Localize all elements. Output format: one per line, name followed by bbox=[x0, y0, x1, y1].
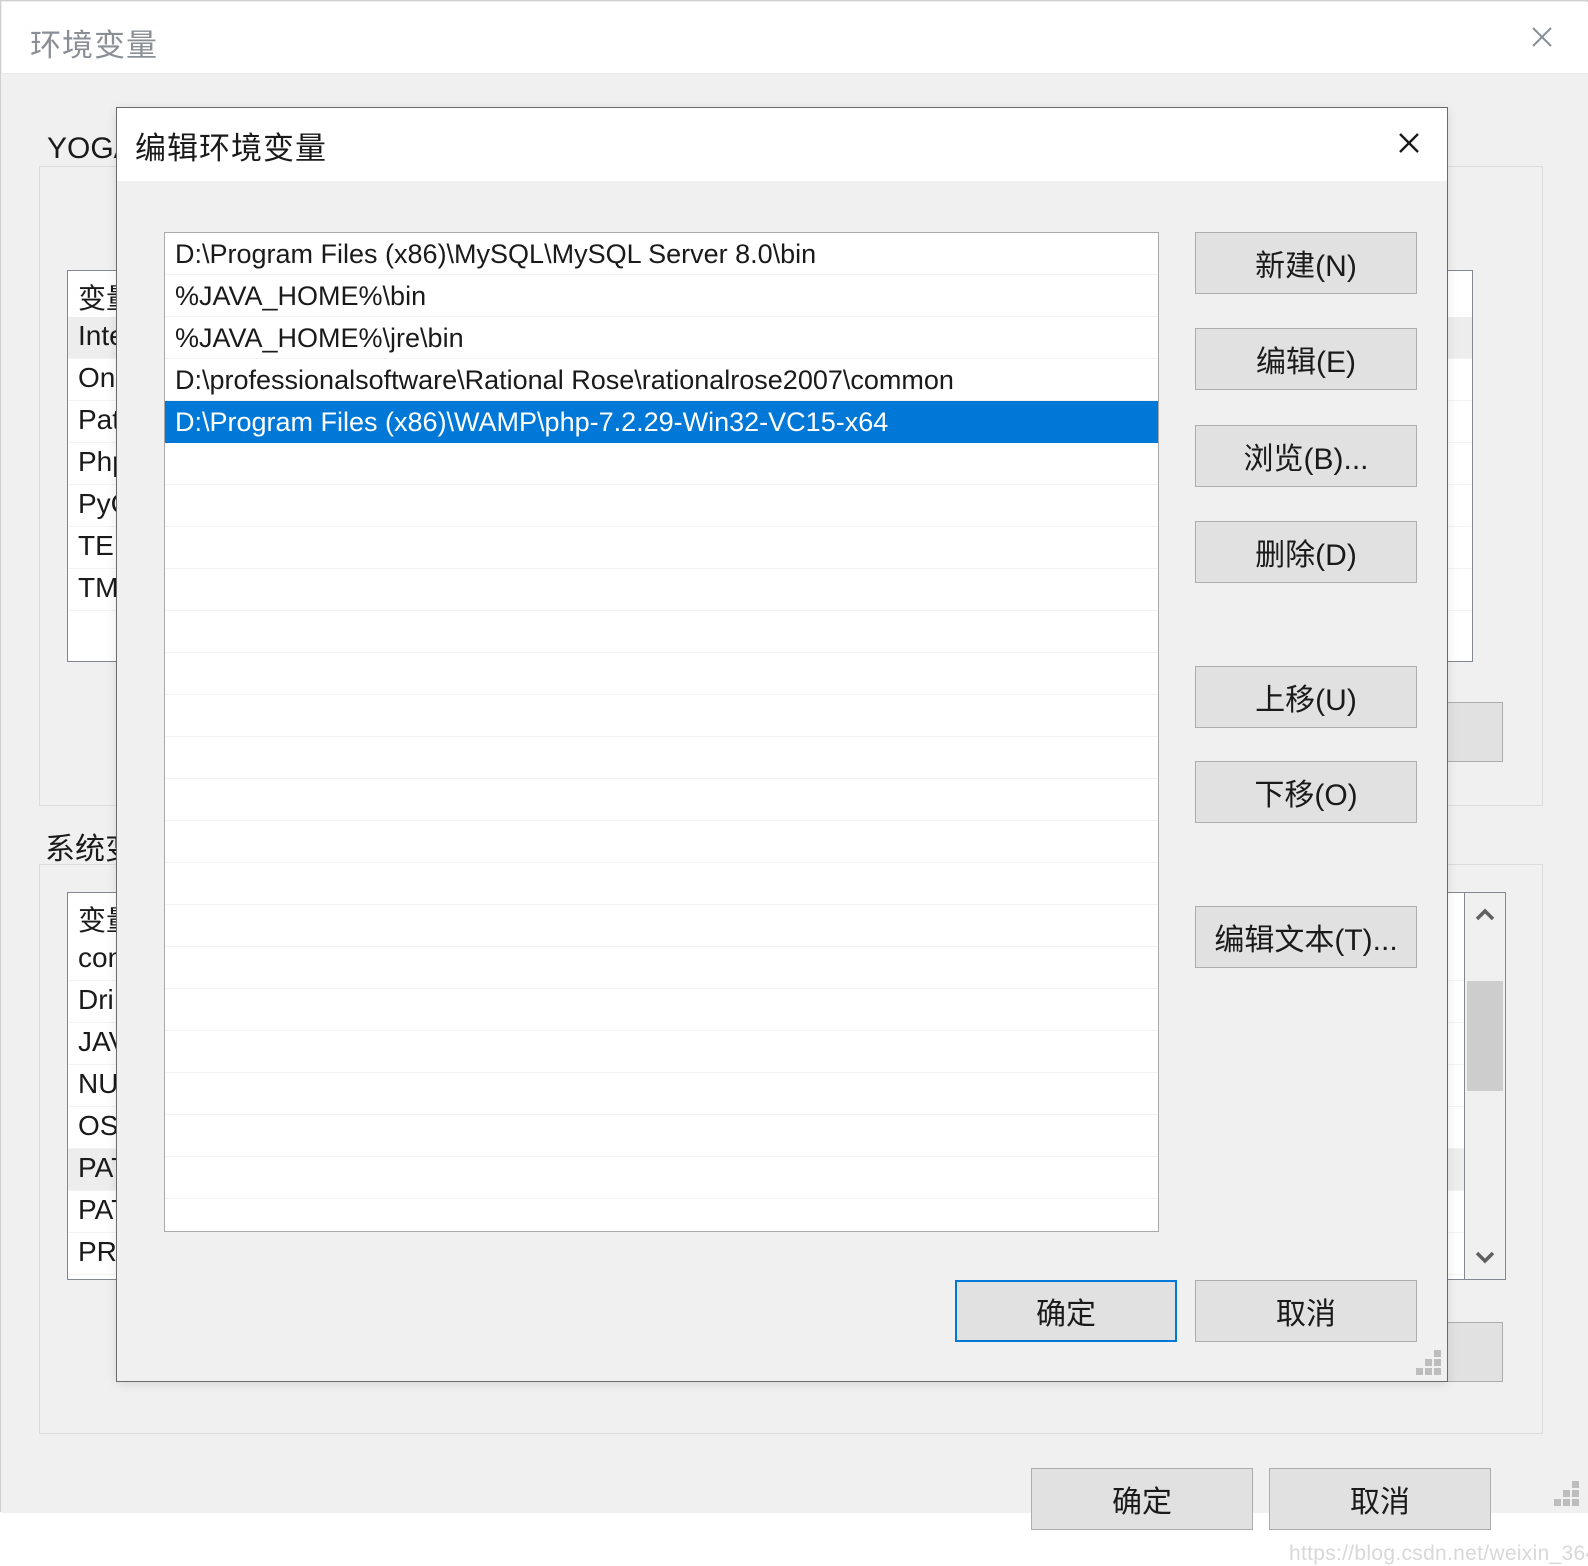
list-item-empty[interactable] bbox=[165, 905, 1158, 947]
resize-grip-icon[interactable] bbox=[1415, 1350, 1441, 1376]
path-entries-list[interactable]: D:\Program Files (x86)\MySQL\MySQL Serve… bbox=[164, 232, 1159, 1232]
list-item-empty[interactable] bbox=[165, 611, 1158, 653]
edit-text-button[interactable]: 编辑文本(T)... bbox=[1195, 906, 1417, 968]
background-ok-button[interactable]: 确定 bbox=[1031, 1468, 1253, 1530]
list-item-empty[interactable] bbox=[165, 1115, 1158, 1157]
list-item-empty[interactable] bbox=[165, 527, 1158, 569]
system-variables-scrollbar[interactable] bbox=[1464, 892, 1506, 1280]
list-item[interactable]: D:\professionalsoftware\Rational Rose\ra… bbox=[165, 359, 1158, 401]
move-down-button[interactable]: 下移(O) bbox=[1195, 761, 1417, 823]
background-window-titlebar: 环境变量 bbox=[2, 2, 1588, 74]
list-item-empty[interactable] bbox=[165, 653, 1158, 695]
browse-button[interactable]: 浏览(B)... bbox=[1195, 425, 1417, 487]
list-item[interactable]: %JAVA_HOME%\bin bbox=[165, 275, 1158, 317]
background-window-title: 环境变量 bbox=[30, 28, 158, 63]
list-item-empty[interactable] bbox=[165, 737, 1158, 779]
list-item-empty[interactable] bbox=[165, 695, 1158, 737]
edit-button[interactable]: 编辑(E) bbox=[1195, 328, 1417, 390]
watermark-text: https://blog.csdn.net/weixin_36466834 bbox=[1289, 1542, 1588, 1565]
list-item-empty[interactable] bbox=[165, 779, 1158, 821]
delete-button[interactable]: 删除(D) bbox=[1195, 521, 1417, 583]
resize-grip-icon[interactable] bbox=[1553, 1481, 1579, 1507]
list-item-empty[interactable] bbox=[165, 443, 1158, 485]
close-icon[interactable] bbox=[1510, 10, 1574, 64]
list-item-empty[interactable] bbox=[165, 1031, 1158, 1073]
new-button[interactable]: 新建(N) bbox=[1195, 232, 1417, 294]
close-icon[interactable] bbox=[1377, 112, 1441, 174]
list-item-empty[interactable] bbox=[165, 485, 1158, 527]
dialog-cancel-button[interactable]: 取消 bbox=[1195, 1280, 1417, 1342]
dialog-ok-button[interactable]: 确定 bbox=[955, 1280, 1177, 1342]
scrollbar-thumb[interactable] bbox=[1467, 981, 1503, 1091]
list-item-empty[interactable] bbox=[165, 947, 1158, 989]
list-item[interactable]: %JAVA_HOME%\jre\bin bbox=[165, 317, 1158, 359]
list-item-empty[interactable] bbox=[165, 1157, 1158, 1199]
list-item-empty[interactable] bbox=[165, 821, 1158, 863]
background-cancel-button[interactable]: 取消 bbox=[1269, 1468, 1491, 1530]
move-up-button[interactable]: 上移(U) bbox=[1195, 666, 1417, 728]
chevron-down-icon[interactable] bbox=[1465, 1235, 1505, 1279]
list-item-empty[interactable] bbox=[165, 569, 1158, 611]
empty-rows-container bbox=[165, 443, 1158, 1199]
dialog-title: 编辑环境变量 bbox=[135, 131, 327, 166]
dialog-titlebar: 编辑环境变量 bbox=[117, 108, 1447, 181]
list-item-empty[interactable] bbox=[165, 863, 1158, 905]
list-item-selected[interactable]: D:\Program Files (x86)\WAMP\php-7.2.29-W… bbox=[165, 401, 1158, 443]
list-item-empty[interactable] bbox=[165, 1073, 1158, 1115]
edit-environment-variable-dialog: 编辑环境变量 D:\Program Files (x86)\MySQL\MySQ… bbox=[116, 107, 1448, 1382]
list-item[interactable]: D:\Program Files (x86)\MySQL\MySQL Serve… bbox=[165, 233, 1158, 275]
list-item-empty[interactable] bbox=[165, 989, 1158, 1031]
chevron-up-icon[interactable] bbox=[1465, 893, 1505, 937]
